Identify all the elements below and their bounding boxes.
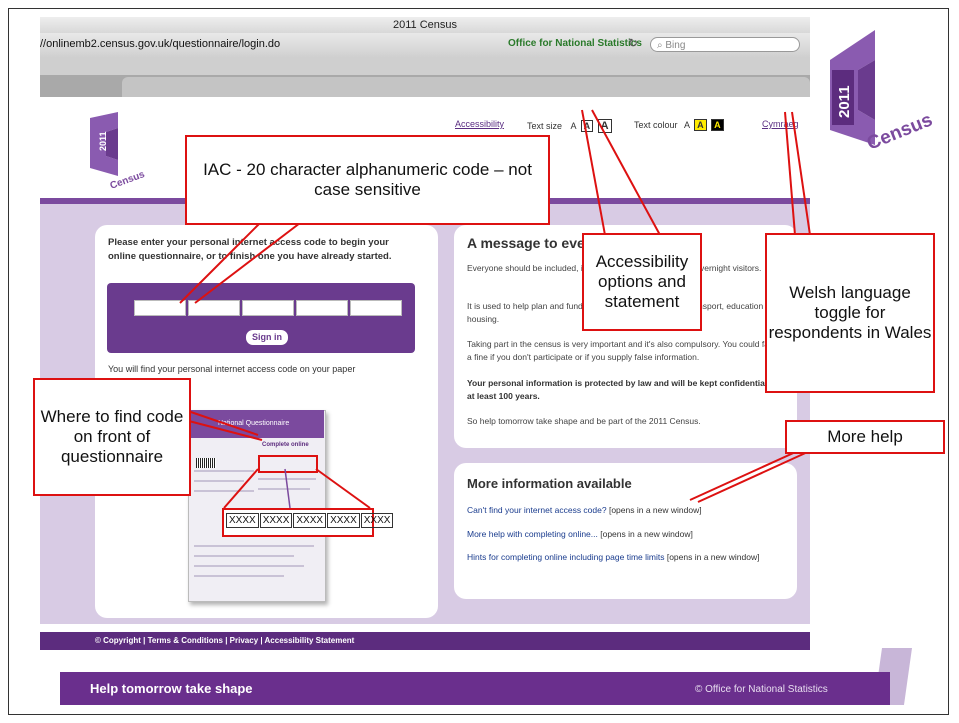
more-help-callout-line	[697, 449, 813, 503]
zoom-line-left	[223, 468, 259, 509]
where-callout: Where to find code on front of questionn…	[33, 378, 191, 496]
welsh-callout-line	[784, 111, 796, 236]
accessibility-callout: Accessibility options and statement	[582, 233, 702, 331]
welsh-callout-line	[791, 111, 811, 236]
more-help-callout-line	[689, 449, 801, 501]
zoom-line-right	[315, 468, 371, 509]
more-help-callout: More help	[785, 420, 945, 454]
zoom-line-mid	[284, 468, 291, 509]
iac-callout: IAC - 20 character alphanumeric code – n…	[185, 135, 550, 225]
welsh-callout: Welsh language toggle for respondents in…	[765, 233, 935, 393]
